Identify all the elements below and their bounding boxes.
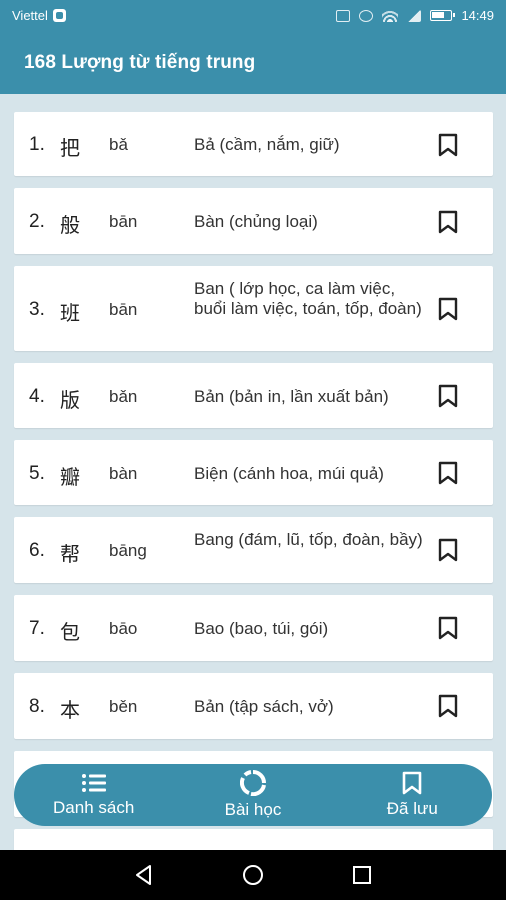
item-pinyin: bàn bbox=[109, 464, 138, 483]
item-pinyin: bǎ bbox=[109, 135, 128, 154]
bookmark-icon[interactable] bbox=[437, 616, 459, 640]
status-bar: Viettel 14:49 bbox=[0, 0, 506, 31]
item-meaning: Ban ( lớp học, ca làm việc, buổi làm việ… bbox=[194, 279, 422, 318]
status-icons: 14:49 bbox=[336, 8, 494, 23]
nav-lessons-label: Bài học bbox=[224, 800, 282, 819]
item-meaning: Bang (đám, lũ, tốp, đoàn, bầy) bbox=[194, 530, 423, 549]
app-bar: 168 Lượng từ tiếng trung bbox=[0, 31, 506, 94]
clock: 14:49 bbox=[461, 8, 494, 23]
nav-saved-label: Đã lưu bbox=[386, 799, 438, 818]
item-hanzi: 瓣 bbox=[60, 465, 80, 489]
item-hanzi: 班 bbox=[60, 301, 80, 325]
list-icon bbox=[81, 774, 106, 792]
signal-icon bbox=[407, 9, 422, 22]
item-number: 6. bbox=[29, 540, 45, 561]
bookmark-icon[interactable] bbox=[437, 461, 459, 485]
bookmark-icon[interactable] bbox=[437, 210, 459, 234]
carrier-label: Viettel bbox=[12, 8, 48, 23]
bookmark-icon[interactable] bbox=[437, 297, 459, 321]
bookmark-icon[interactable] bbox=[437, 384, 459, 408]
back-icon[interactable] bbox=[132, 863, 156, 887]
page-title: 168 Lượng từ tiếng trung bbox=[24, 51, 256, 73]
item-hanzi: 把 bbox=[60, 136, 80, 160]
list-item[interactable]: 7. 包 bāo Bao (bao, túi, gói) bbox=[14, 595, 493, 661]
nav-list-label: Danh sách bbox=[53, 798, 135, 817]
wifi-icon bbox=[382, 9, 399, 22]
item-meaning: Bao (bao, túi, gói) bbox=[194, 619, 329, 638]
item-pinyin: bāng bbox=[109, 541, 147, 560]
list-item[interactable]: 5. 瓣 bàn Biện (cánh hoa, múi quả) bbox=[14, 440, 493, 505]
item-hanzi: 包 bbox=[60, 620, 80, 644]
item-meaning: Bản (bản in, lần xuất bản) bbox=[194, 387, 389, 406]
list-item[interactable]: 1. 把 bǎ Bả (cầm, nắm, giữ) bbox=[14, 112, 493, 176]
item-hanzi: 本 bbox=[60, 698, 80, 722]
bottom-navigation: Danh sách Bài học Đã lưu bbox=[14, 764, 492, 826]
item-pinyin: běn bbox=[109, 697, 138, 716]
item-number: 1. bbox=[29, 134, 45, 155]
list-item[interactable] bbox=[14, 829, 493, 850]
bookmark-icon[interactable] bbox=[437, 538, 459, 562]
lessons-icon bbox=[239, 770, 266, 796]
recents-icon[interactable] bbox=[350, 863, 374, 887]
item-pinyin: bān bbox=[109, 300, 138, 319]
item-hanzi: 般 bbox=[60, 213, 80, 237]
alarm-icon bbox=[359, 9, 374, 22]
item-number: 8. bbox=[29, 696, 45, 717]
item-number: 3. bbox=[29, 299, 45, 320]
item-pinyin: bān bbox=[109, 212, 138, 231]
item-number: 5. bbox=[29, 463, 45, 484]
item-meaning: Bản (tập sách, vở) bbox=[194, 697, 334, 716]
nav-list[interactable]: Danh sách bbox=[14, 764, 173, 826]
item-hanzi: 版 bbox=[60, 388, 80, 412]
carrier-info: Viettel bbox=[12, 8, 66, 23]
item-hanzi: 帮 bbox=[60, 542, 80, 566]
bookmark-icon[interactable] bbox=[437, 133, 459, 157]
item-pinyin: bāo bbox=[109, 619, 138, 638]
vibrate-icon bbox=[336, 9, 351, 22]
system-navigation-bar bbox=[0, 850, 506, 900]
list-item[interactable]: 3. 班 bān Ban ( lớp học, ca làm việc, buổ… bbox=[14, 266, 493, 351]
item-pinyin: bǎn bbox=[109, 387, 138, 406]
nav-saved[interactable]: Đã lưu bbox=[333, 764, 492, 826]
measure-word-list[interactable]: 1. 把 bǎ Bả (cầm, nắm, giữ) 2. 般 bān Bàn … bbox=[0, 94, 506, 850]
bookmark-icon[interactable] bbox=[437, 694, 459, 718]
list-item[interactable]: 8. 本 běn Bản (tập sách, vở) bbox=[14, 673, 493, 739]
shield-icon bbox=[52, 9, 66, 22]
item-meaning: Biện (cánh hoa, múi quả) bbox=[194, 464, 384, 483]
item-meaning: Bàn (chủng loại) bbox=[194, 212, 318, 231]
home-icon[interactable] bbox=[241, 863, 265, 887]
battery-icon bbox=[430, 10, 456, 21]
list-item[interactable]: 6. 帮 bāng Bang (đám, lũ, tốp, đoàn, bầy) bbox=[14, 517, 493, 583]
item-meaning: Bả (cầm, nắm, giữ) bbox=[194, 135, 340, 154]
list-item[interactable]: 4. 版 bǎn Bản (bản in, lần xuất bản) bbox=[14, 363, 493, 428]
item-number: 4. bbox=[29, 386, 45, 407]
item-number: 7. bbox=[29, 618, 45, 639]
saved-bookmark-icon bbox=[403, 771, 422, 795]
item-number: 2. bbox=[29, 211, 45, 232]
nav-lessons[interactable]: Bài học bbox=[173, 764, 332, 826]
list-item[interactable]: 2. 般 bān Bàn (chủng loại) bbox=[14, 188, 493, 254]
